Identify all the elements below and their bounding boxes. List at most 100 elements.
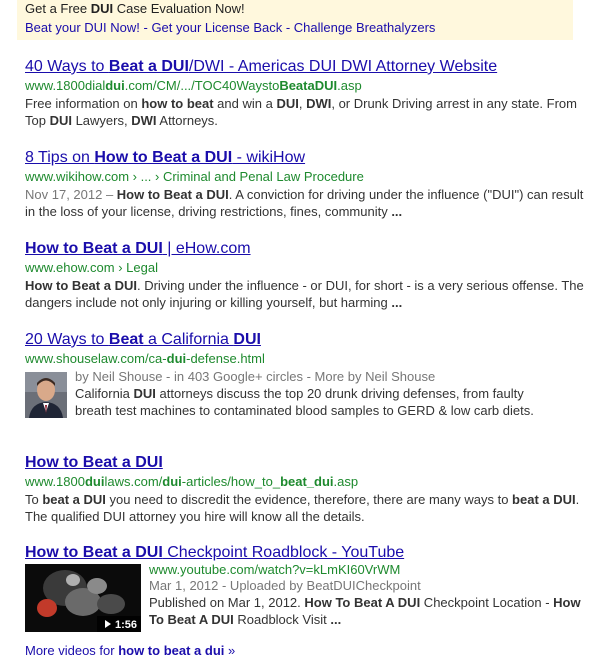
bold-term: BeataDUI — [279, 78, 338, 93]
bold-term: DWI — [306, 96, 332, 111]
text-segment: www.1800 — [25, 474, 85, 489]
result-snippet: How to Beat a DUI. Driving under the inf… — [25, 277, 585, 311]
text-segment: Attorneys. — [156, 113, 218, 128]
search-result: 20 Ways to Beat a California DUI www.sho… — [25, 331, 585, 430]
bold-term: beat_dui — [280, 474, 334, 489]
result-url: www.youtube.com/watch?v=kLmKI60VrWM — [149, 562, 585, 577]
text-segment: To — [25, 492, 43, 507]
text-segment: - wikiHow — [232, 149, 306, 166]
text-segment: 40 Ways to — [25, 58, 109, 75]
ad-link-license-back[interactable]: Get your License Back — [151, 20, 282, 35]
bold-term: DUI — [49, 113, 72, 128]
author-block: by Neil Shouse - in 403 Google+ circles … — [25, 368, 585, 430]
result-snippet: Published on Mar 1, 2012. How To Beat A … — [149, 594, 585, 628]
result-url: www.1800dialdui.com/CM/.../TOC40WaystoBe… — [25, 78, 585, 93]
author-photo-image — [25, 372, 67, 418]
bold-term: How to Beat a DUI — [25, 454, 163, 471]
upload-line: Mar 1, 2012 - Uploaded by BeatDUICheckpo… — [149, 578, 421, 593]
text-segment: , — [298, 96, 307, 111]
bold-term: How to Beat a DUI — [25, 278, 137, 293]
bold-term: dui — [166, 351, 187, 366]
result-title[interactable]: How to Beat a DUI — [25, 454, 163, 472]
bold-term: ... — [391, 295, 403, 310]
result-snippet: Nov 17, 2012 – How to Beat a DUI. A conv… — [25, 186, 585, 220]
author-photo[interactable] — [25, 372, 67, 421]
text-segment: -defense.html — [186, 351, 265, 366]
text-segment: www.wikihow.com › ... › Criminal and Pen… — [25, 169, 364, 184]
bold-term: dui — [162, 474, 182, 489]
result-snippet: To beat a DUI you need to discredit the … — [25, 491, 585, 525]
ad-block: Get a Free DUI Case Evaluation Now! Beat… — [17, 0, 573, 40]
result-url: www.shouselaw.com/ca-dui-defense.html — [25, 351, 585, 366]
result-title[interactable]: 8 Tips on How to Beat a DUI - wikiHow — [25, 149, 305, 167]
bold-term: DWI — [131, 113, 157, 128]
text-segment: www.youtube.com/watch?v=kLmKI60VrWM — [149, 562, 401, 577]
result-snippet: California DUI attorneys discuss the top… — [75, 385, 555, 419]
rich-text: by Neil Shouse - in 403 Google+ circles … — [75, 368, 555, 419]
result-title[interactable]: 20 Ways to Beat a California DUI — [25, 331, 261, 349]
ad-headline: Get a Free DUI Case Evaluation Now! — [25, 1, 245, 16]
search-result: How to Beat a DUI www.1800duilaws.com/du… — [25, 454, 585, 525]
text-segment: 20 Ways to — [25, 331, 109, 348]
bold-term: ... — [330, 612, 342, 627]
text-segment: Roadblock Visit — [233, 612, 331, 627]
search-result: 8 Tips on How to Beat a DUI - wikiHow ww… — [25, 149, 585, 220]
text-segment: www.ehow.com › Legal — [25, 260, 158, 275]
text-segment: California — [75, 386, 134, 401]
search-result: 40 Ways to Beat a DUI/DWI - Americas DUI… — [25, 58, 585, 129]
bold-term: DUI — [276, 96, 299, 111]
more-videos-link[interactable]: More videos for how to beat a dui » — [25, 643, 235, 658]
text-segment: Checkpoint Location - — [420, 595, 554, 610]
video-thumbnail-image: 1:56 — [25, 564, 141, 632]
text-segment: Free information on — [25, 96, 142, 111]
bold-term: DUI — [133, 386, 156, 401]
text-segment: 8 Tips on — [25, 149, 95, 166]
bold-term: Beat a DUI — [108, 58, 189, 75]
bold-term: ... — [391, 204, 403, 219]
bold-term: dui — [84, 474, 105, 489]
bold-term: DUI — [233, 331, 261, 348]
text-segment: a California — [143, 331, 234, 348]
bold-term: dui — [105, 78, 125, 93]
video-thumbnail[interactable]: 1:56 — [25, 564, 141, 635]
bold-term: beat a DUI — [42, 492, 106, 507]
ad-link-breathalyzers[interactable]: Challenge Breathalyzers — [294, 20, 436, 35]
text-segment: /DWI - Americas DUI DWI Attorney Website — [188, 58, 498, 75]
ad-sitelinks: Beat your DUI Now! - Get your License Ba… — [25, 20, 436, 35]
search-result: How to Beat a DUI Checkpoint Roadblock -… — [25, 544, 585, 634]
result-snippet: Free information on how to beat and win … — [25, 95, 585, 129]
text-segment: www.shouselaw.com/ca- — [25, 351, 167, 366]
bold-term: How to Beat a DUI — [25, 240, 163, 257]
bold-term: how to beat — [141, 96, 214, 111]
text-segment: .asp — [337, 78, 362, 93]
result-title[interactable]: 40 Ways to Beat a DUI/DWI - Americas DUI… — [25, 58, 497, 76]
text-segment: laws.com/ — [104, 474, 163, 489]
text-segment: Published on Mar 1, 2012. — [149, 595, 305, 610]
result-title[interactable]: How to Beat a DUI | eHow.com — [25, 240, 251, 258]
text-segment: www.1800dial — [25, 78, 106, 93]
text-segment: you need to discredit the evidence, ther… — [105, 492, 513, 507]
bold-term: How To Beat A DUI — [304, 595, 421, 610]
result-url: www.wikihow.com › ... › Criminal and Pen… — [25, 169, 585, 184]
video-duration: 1:56 — [115, 619, 137, 631]
ad-link-beat-dui[interactable]: Beat your DUI Now! — [25, 20, 140, 35]
text-segment: .asp — [333, 474, 359, 489]
bold-term: How to Beat a DUI — [94, 149, 233, 166]
search-result: How to Beat a DUI | eHow.com www.ehow.co… — [25, 240, 585, 311]
video-block: 1:56 www.youtube.com/watch?v=kLmKI60VrWM… — [25, 562, 585, 634]
bold-term: How to Beat a DUI — [116, 187, 229, 202]
text-segment: and win a — [213, 96, 277, 111]
bold-term: Beat — [108, 331, 144, 348]
text-segment: Lawyers, — [71, 113, 132, 128]
text-segment: -articles/how_to_ — [181, 474, 281, 489]
text-segment: Nov 17, 2012 – — [25, 187, 117, 202]
bold-term: beat a DUI — [512, 492, 576, 507]
result-url: www.ehow.com › Legal — [25, 260, 585, 275]
result-url: www.1800duilaws.com/dui-articles/how_to_… — [25, 474, 585, 489]
text-segment: Checkpoint Roadblock - YouTube — [162, 544, 405, 561]
video-text: www.youtube.com/watch?v=kLmKI60VrWM Mar … — [149, 562, 585, 628]
result-title[interactable]: How to Beat a DUI Checkpoint Roadblock -… — [25, 544, 404, 562]
text-segment: | eHow.com — [162, 240, 251, 257]
bold-term: How to Beat a DUI — [25, 544, 163, 561]
author-line: by Neil Shouse - in 403 Google+ circles … — [75, 369, 436, 384]
